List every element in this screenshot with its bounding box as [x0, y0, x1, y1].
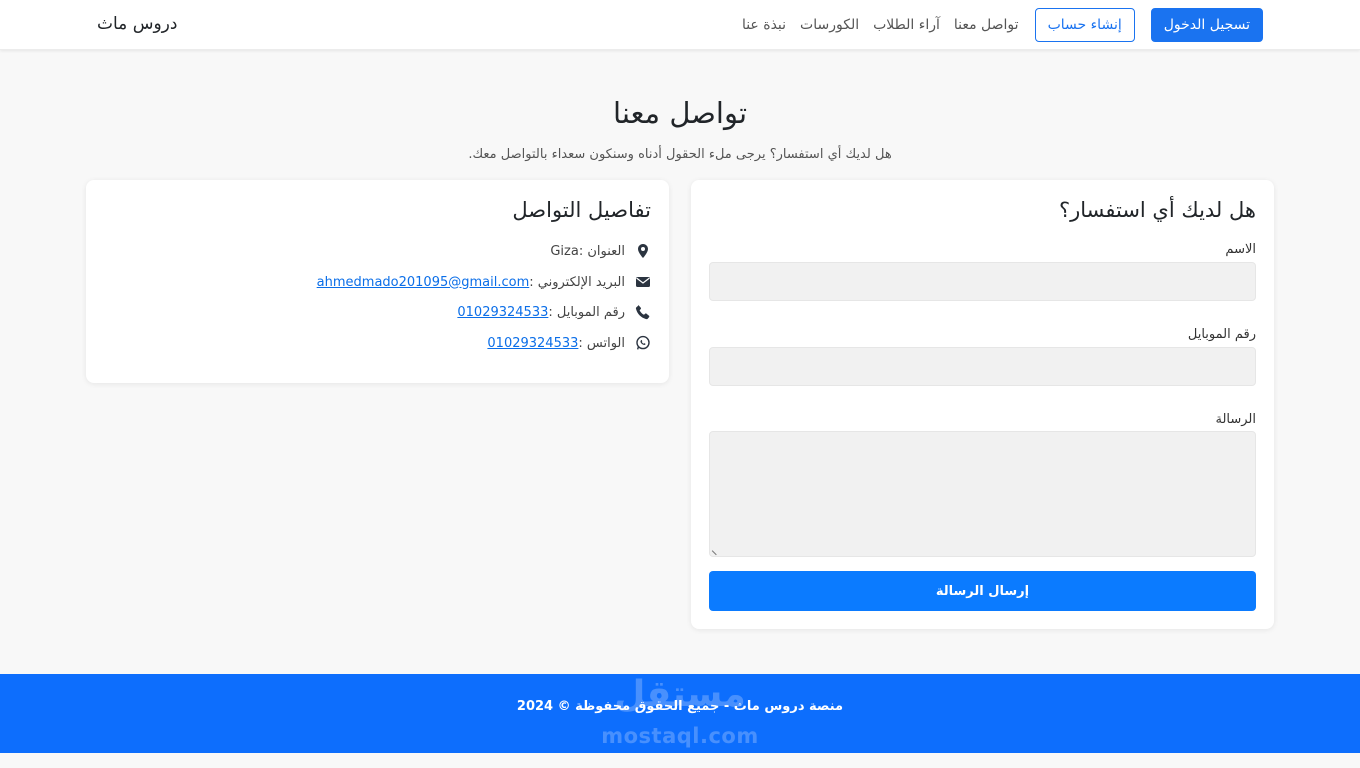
nav-link-about[interactable]: نبذة عنا — [742, 17, 786, 33]
mobile-link[interactable]: 01029324533 — [457, 305, 548, 320]
name-label: الاسم — [1225, 242, 1256, 257]
envelope-icon — [635, 274, 651, 290]
login-button[interactable]: تسجيل الدخول — [1150, 8, 1263, 42]
phone-icon — [635, 304, 651, 320]
message-label: الرسالة — [1215, 412, 1256, 427]
form-title: هل لديك أي استفسار؟ — [1058, 198, 1256, 222]
inquiry-form-card: هل لديك أي استفسار؟ الاسم رقم الموبايل ا… — [691, 180, 1274, 629]
contact-details-title: تفاصيل التواصل — [512, 198, 651, 222]
whatsapp-row: الواتس : 01029324533 — [487, 335, 651, 351]
mobile-row: رقم الموبايل : 01029324533 — [457, 304, 651, 320]
whatsapp-icon — [635, 335, 651, 351]
phone-label: رقم الموبايل — [1187, 327, 1256, 342]
page-subtitle: هل لديك أي استفسار؟ يرجى ملء الحقول أدنا… — [468, 147, 892, 162]
address-row: العنوان : Giza — [550, 243, 651, 259]
submit-message-button[interactable]: إرسال الرسالة — [709, 571, 1256, 611]
footer: مستقل mostaql.com منصة دروس ماث - جميع ا… — [0, 674, 1360, 753]
contact-details-card: تفاصيل التواصل العنوان : Giza البريد الإ… — [86, 180, 669, 383]
whatsapp-link[interactable]: 01029324533 — [487, 336, 578, 351]
nav-link-contact[interactable]: تواصل معنا — [954, 17, 1019, 33]
watermark-latin-text: mostaql.com — [601, 724, 759, 748]
address-label: العنوان : — [578, 243, 625, 259]
map-marker-icon — [635, 243, 651, 259]
email-link[interactable]: ahmedmado201095@gmail.com — [317, 275, 530, 290]
nav-link-courses[interactable]: الكورسات — [800, 17, 859, 33]
top-navbar: تسجيل الدخول إنشاء حساب تواصل معنا آراء … — [0, 0, 1360, 50]
name-input[interactable] — [709, 262, 1256, 301]
register-button[interactable]: إنشاء حساب — [1034, 8, 1135, 42]
mobile-label: رقم الموبايل : — [548, 304, 625, 320]
email-label: البريد الإلكتروني : — [529, 274, 625, 290]
whatsapp-label: الواتس : — [578, 335, 625, 351]
resize-grip-icon[interactable] — [711, 546, 721, 556]
footer-copyright: منصة دروس ماث - جميع الحقوق محفوظة © 202… — [516, 699, 844, 714]
email-row: البريد الإلكتروني : ahmedmado201095@gmai… — [317, 274, 651, 290]
phone-input[interactable] — [709, 347, 1256, 386]
nav-link-testimonials[interactable]: آراء الطلاب — [873, 17, 940, 33]
address-value: Giza — [550, 243, 579, 259]
message-textarea[interactable] — [709, 431, 1256, 557]
nav-menu: تسجيل الدخول إنشاء حساب تواصل معنا آراء … — [728, 8, 1263, 42]
page-title: تواصل معنا — [612, 96, 748, 130]
brand-logo-text[interactable]: دروس ماث — [97, 14, 177, 34]
